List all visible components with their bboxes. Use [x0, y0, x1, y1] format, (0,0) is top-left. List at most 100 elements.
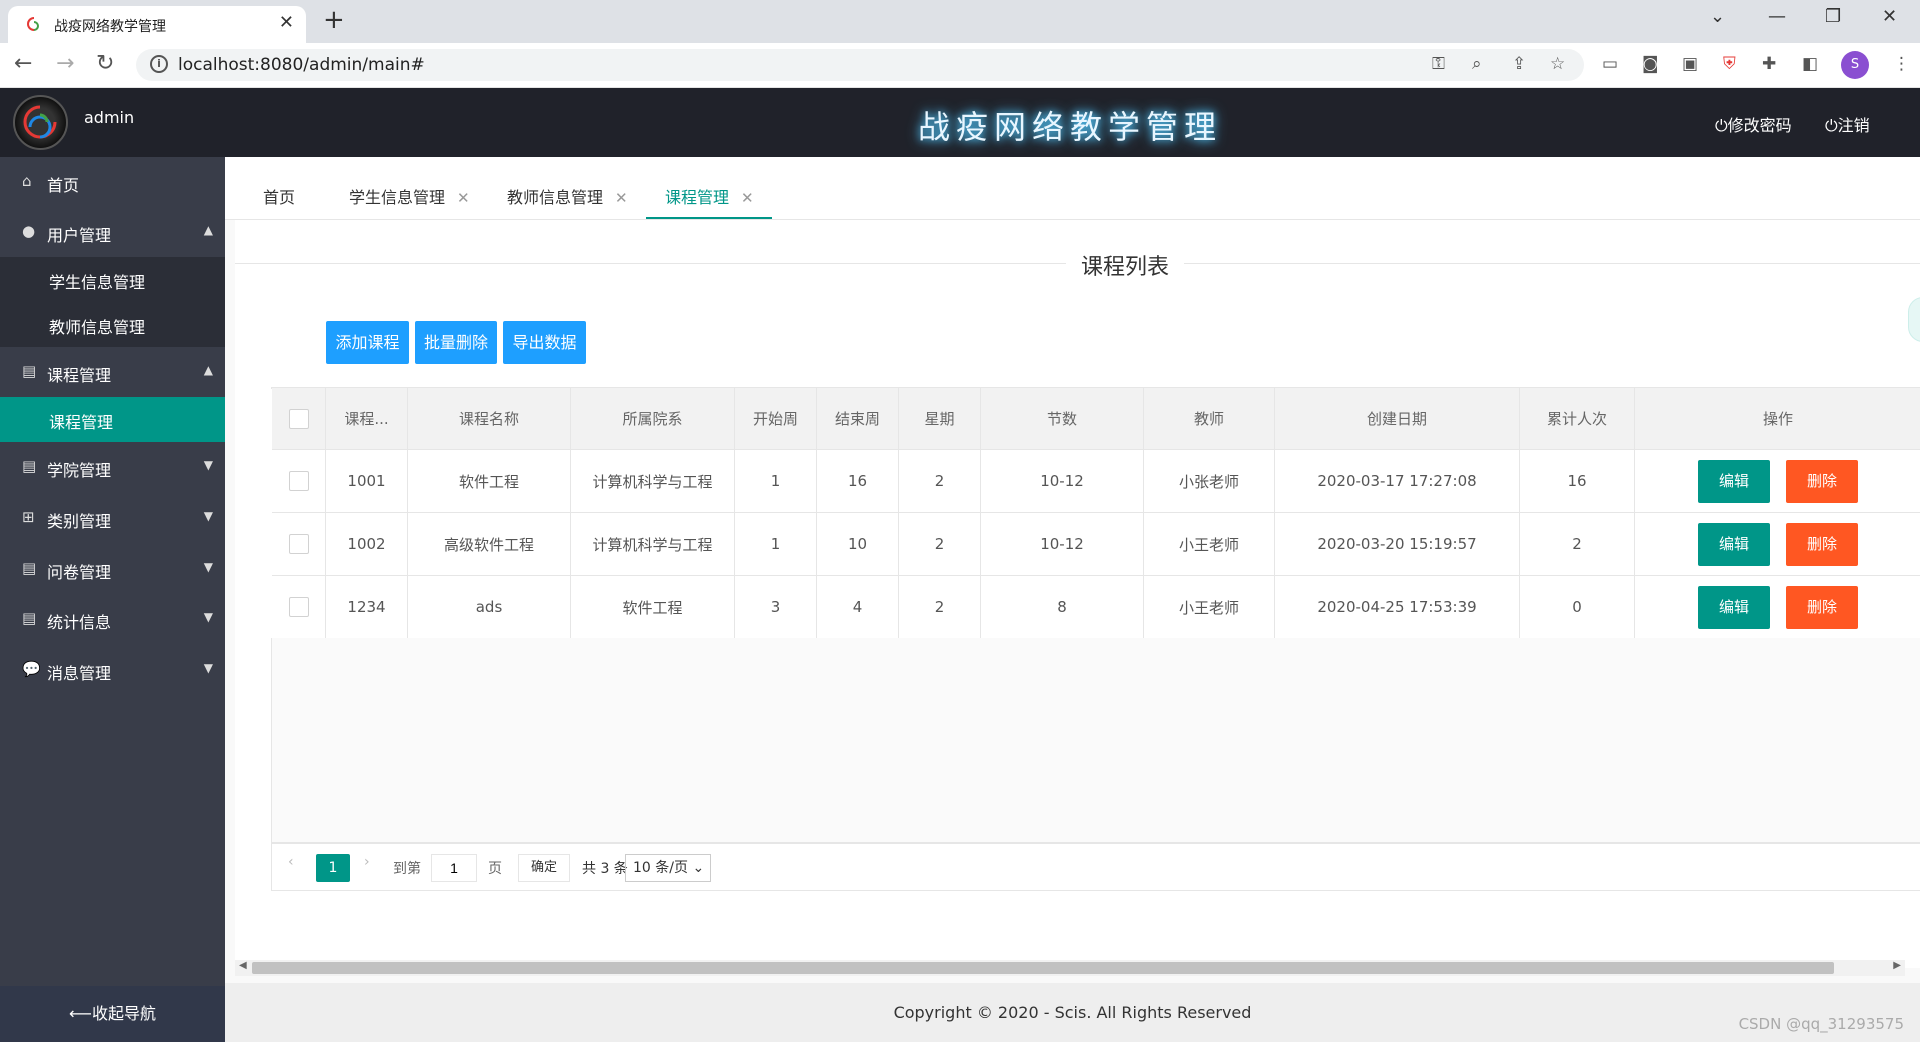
prev-page-icon[interactable]: ‹: [288, 854, 294, 870]
sidebar-item-user-mgmt[interactable]: ● 用户管理 ▲: [0, 207, 225, 257]
close-icon[interactable]: ✕: [457, 189, 470, 207]
edit-button[interactable]: 编辑: [1698, 522, 1770, 566]
column-header[interactable]: 开始周: [735, 388, 817, 449]
goto-confirm-button[interactable]: 确定: [518, 854, 570, 882]
current-page[interactable]: 1: [316, 854, 350, 882]
power-icon: ⏻: [1825, 116, 1838, 135]
delete-button[interactable]: 删除: [1786, 459, 1858, 503]
column-header[interactable]: 课程...: [326, 388, 408, 449]
table-row[interactable]: 1001 软件工程 计算机科学与工程 1 16 2 10-12 小张老师 202…: [272, 450, 1920, 513]
page-size-select[interactable]: 10 条/页 ⌄: [625, 854, 711, 882]
column-header[interactable]: 教师: [1144, 388, 1275, 449]
row-checkbox[interactable]: [288, 534, 309, 554]
browser-tab[interactable]: 战疫网络教学管理 ✕: [8, 6, 306, 43]
column-header[interactable]: 课程名称: [408, 388, 571, 449]
site-info-icon[interactable]: i: [150, 55, 168, 73]
column-header[interactable]: 星期: [899, 388, 981, 449]
cell-department: 软件工程: [571, 576, 735, 638]
close-tab-icon[interactable]: ✕: [279, 12, 294, 33]
sidebar-item-message-mgmt[interactable]: 💬 消息管理 ▼: [0, 645, 225, 695]
sidebar-item-student-info[interactable]: 学生信息管理: [0, 257, 225, 302]
tab-student-info[interactable]: 学生信息管理 ✕: [349, 184, 470, 208]
close-icon[interactable]: ✕: [615, 189, 628, 207]
add-course-button[interactable]: 添加课程: [326, 321, 409, 364]
sidebar-item-course-mgmt[interactable]: ▤ 课程管理 ▲: [0, 347, 225, 397]
file-icon: ▤: [22, 457, 37, 475]
column-header[interactable]: 创建日期: [1275, 388, 1520, 449]
delete-button[interactable]: 删除: [1786, 522, 1858, 566]
row-checkbox[interactable]: [288, 471, 309, 491]
sidebar-item-category-mgmt[interactable]: ⊞ 类别管理 ▼: [0, 493, 225, 543]
scroll-right-icon[interactable]: ▶: [1893, 960, 1901, 971]
cell-actions: 编辑 删除: [1635, 513, 1920, 575]
plus-square-icon: ⊞: [22, 508, 35, 526]
edit-button[interactable]: 编辑: [1698, 459, 1770, 503]
caret-down-icon: ▼: [203, 509, 213, 523]
key-icon[interactable]: ⚿: [1432, 54, 1445, 74]
side-panel-icon[interactable]: ◧: [1802, 54, 1818, 74]
forward-icon[interactable]: →: [56, 51, 74, 76]
extension-1-icon[interactable]: ▭: [1602, 54, 1618, 74]
page-number-input[interactable]: [431, 854, 477, 882]
close-icon[interactable]: ✕: [741, 189, 754, 207]
select-all-checkbox[interactable]: [288, 408, 309, 429]
sidebar-item-stats[interactable]: ▤ 统计信息 ▼: [0, 594, 225, 644]
table-row[interactable]: 1234 ads 软件工程 3 4 2 8 小王老师 2020-04-25 17…: [272, 576, 1920, 639]
batch-delete-button[interactable]: 批量删除: [415, 321, 497, 364]
chat-bubble-icon: 💬: [22, 660, 41, 678]
share-icon[interactable]: ⇪: [1512, 54, 1526, 74]
sidebar-item-course-sub[interactable]: 课程管理: [0, 397, 225, 442]
scroll-left-icon[interactable]: ◀: [239, 960, 247, 971]
sidebar-item-college-mgmt[interactable]: ▤ 学院管理 ▼: [0, 442, 225, 492]
footer: Copyright © 2020 - Scis. All Rights Rese…: [225, 983, 1920, 1042]
scrollbar-thumb[interactable]: [252, 962, 1834, 974]
cell-weekday: 2: [899, 576, 981, 638]
close-window-icon[interactable]: ✕: [1882, 6, 1897, 27]
caret-up-icon: ▲: [203, 223, 213, 237]
address-bar[interactable]: i localhost:8080/admin/main# ⚿ ⌕ ⇪ ☆: [136, 49, 1584, 81]
shield-ext-icon[interactable]: ⛨: [1723, 54, 1736, 74]
tab-course-mgmt[interactable]: 课程管理 ✕: [665, 184, 754, 208]
bookmark-star-icon[interactable]: ☆: [1550, 54, 1565, 74]
url-text[interactable]: localhost:8080/admin/main#: [178, 55, 425, 75]
logout-link[interactable]: ⏻注销: [1825, 112, 1870, 136]
camera-icon[interactable]: ◙: [1642, 54, 1659, 74]
tab-home[interactable]: 首页: [263, 184, 295, 208]
row-select-cell: [272, 513, 326, 575]
cell-course-name: 高级软件工程: [408, 513, 571, 575]
column-header[interactable]: 累计人次: [1520, 388, 1635, 449]
edit-button[interactable]: 编辑: [1698, 585, 1770, 629]
change-password-link[interactable]: ⏻修改密码: [1715, 112, 1792, 136]
cell-count: 0: [1520, 576, 1635, 638]
table-row[interactable]: 1002 高级软件工程 计算机科学与工程 1 10 2 10-12 小王老师 2…: [272, 513, 1920, 576]
sidebar-item-survey-mgmt[interactable]: ▤ 问卷管理 ▼: [0, 544, 225, 594]
export-button[interactable]: 导出数据: [503, 321, 586, 364]
cell-course-name: ads: [408, 576, 571, 638]
delete-button[interactable]: 删除: [1786, 585, 1858, 629]
row-checkbox[interactable]: [288, 597, 309, 617]
side-float-button[interactable]: [1908, 297, 1920, 342]
zoom-icon[interactable]: ⌕: [1472, 54, 1482, 74]
horizontal-scrollbar[interactable]: ◀ ▶: [235, 960, 1905, 976]
sidebar-item-home[interactable]: ⌂ 首页: [0, 157, 225, 207]
tab-search-icon[interactable]: ⌄: [1710, 6, 1725, 27]
collapse-nav-button[interactable]: ⟵收起导航: [0, 986, 225, 1042]
total-count: 共 3 条: [582, 861, 628, 877]
column-header[interactable]: 所属院系: [571, 388, 735, 449]
column-header[interactable]: 节数: [981, 388, 1144, 449]
puzzle-icon[interactable]: ✚: [1762, 54, 1776, 74]
reload-icon[interactable]: ↻: [96, 51, 114, 76]
tab-teacher-info[interactable]: 教师信息管理 ✕: [507, 184, 628, 208]
restore-icon[interactable]: ❐: [1825, 6, 1841, 27]
back-icon[interactable]: ←: [14, 51, 32, 76]
cell-created: 2020-03-17 17:27:08: [1275, 450, 1520, 512]
image-ext-icon[interactable]: ▣: [1682, 54, 1698, 74]
sidebar-item-teacher-info[interactable]: 教师信息管理: [0, 302, 225, 347]
profile-avatar[interactable]: S: [1841, 51, 1869, 79]
menu-dots-icon[interactable]: ⋮: [1893, 54, 1910, 74]
new-tab-icon[interactable]: +: [323, 5, 345, 35]
column-header[interactable]: 结束周: [817, 388, 899, 449]
minimize-icon[interactable]: —: [1768, 6, 1786, 27]
cell-weekday: 2: [899, 513, 981, 575]
next-page-icon[interactable]: ›: [364, 854, 370, 870]
